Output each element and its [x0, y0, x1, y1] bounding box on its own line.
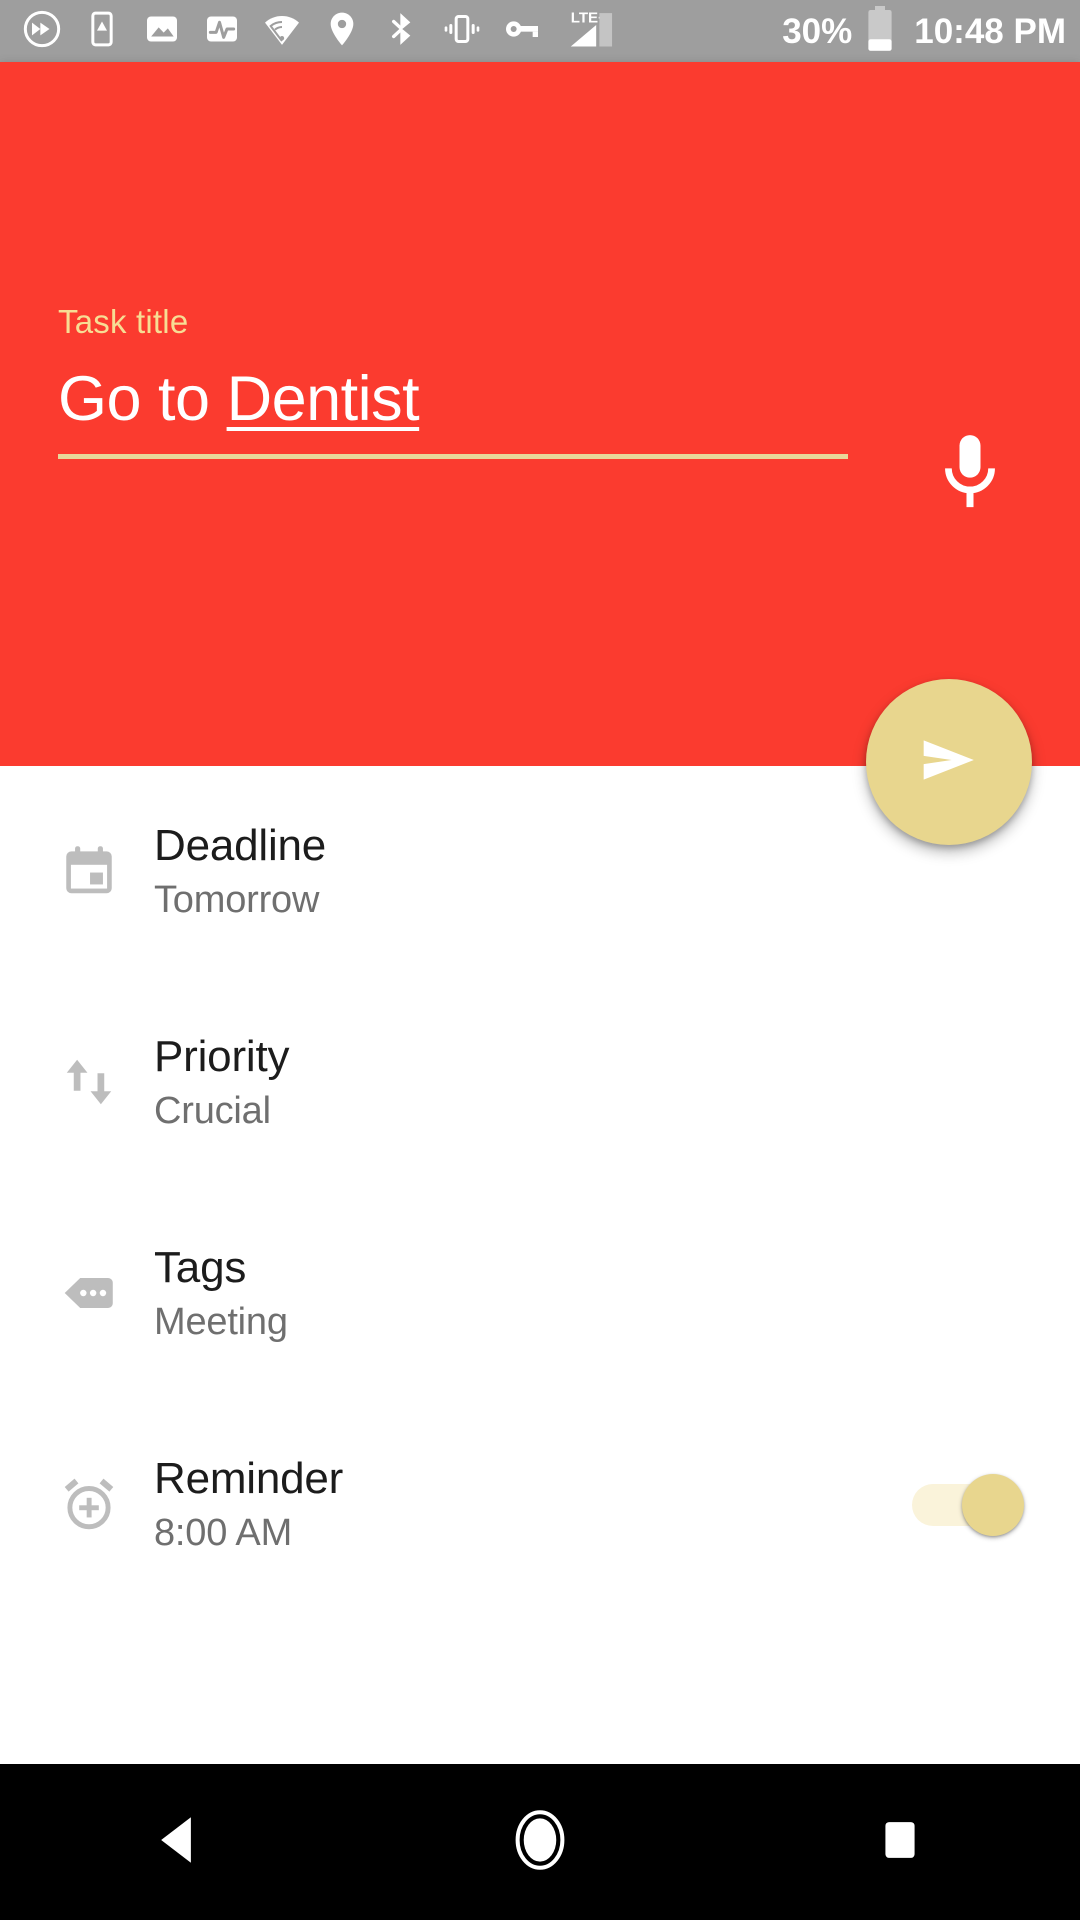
row-trailing-slot — [860, 1399, 1080, 1610]
row-trailing-slot — [860, 1188, 1080, 1399]
toggle-thumb — [962, 1473, 1024, 1536]
input-underline — [58, 454, 848, 459]
list-item-title: Deadline — [154, 821, 327, 870]
battery-percent-label: 30% — [782, 11, 853, 51]
row-trailing-slot — [860, 977, 1080, 1188]
task-options-list: Deadline Tomorrow Priority Crucial Tags … — [0, 766, 1080, 1610]
list-item-value: Tomorrow — [154, 879, 320, 921]
submit-fab-button[interactable] — [866, 679, 1032, 845]
status-bar-left-icons: LTE+ — [22, 8, 782, 55]
list-item-value: 8:00 AM — [154, 1512, 293, 1554]
app-screen: LTE+ 30% 10:48 PM Task title Go to Denti… — [0, 0, 1080, 1920]
android-navigation-bar — [0, 1764, 1080, 1920]
row-icon-slot — [58, 1188, 154, 1399]
list-item-value: Crucial — [154, 1090, 271, 1132]
image-icon — [142, 9, 182, 54]
row-text-block: Deadline Tomorrow — [154, 766, 860, 977]
data-saver-icon — [22, 9, 62, 54]
clock-label: 10:48 PM — [914, 11, 1066, 51]
wifi-icon — [262, 9, 302, 54]
nav-back-button[interactable] — [90, 1764, 270, 1920]
swap-vertical-icon — [58, 1051, 120, 1118]
row-text-block: Reminder 8:00 AM — [154, 1399, 860, 1610]
home-circle-icon — [508, 1808, 572, 1877]
row-text-block: Tags Meeting — [154, 1188, 860, 1399]
list-item-title: Tags — [154, 1243, 247, 1292]
task-title-text-composing: Dentist — [226, 364, 420, 434]
task-title-text-prefix: Go to — [58, 364, 227, 434]
screen-alert-icon — [82, 9, 122, 54]
vpn-key-icon — [502, 9, 542, 54]
microphone-icon — [935, 429, 1005, 522]
pulse-icon — [202, 9, 242, 54]
list-item-reminder[interactable]: Reminder 8:00 AM — [0, 1399, 1080, 1610]
calendar-event-icon — [58, 840, 120, 907]
bluetooth-icon — [382, 9, 422, 54]
task-title-header: Task title Go to Dentist — [0, 62, 1080, 766]
task-title-input-wrapper[interactable]: Go to Dentist — [58, 362, 848, 462]
send-icon — [918, 729, 980, 796]
task-title-input[interactable]: Go to Dentist — [58, 362, 420, 436]
battery-icon — [864, 5, 896, 57]
status-bar-right: 30% 10:48 PM — [782, 5, 1066, 57]
list-item-title: Reminder — [154, 1454, 344, 1503]
row-icon-slot — [58, 1399, 154, 1610]
nav-recents-button[interactable] — [810, 1764, 990, 1920]
row-icon-slot — [58, 766, 154, 977]
list-item-title: Priority — [154, 1032, 290, 1081]
tag-icon — [58, 1262, 120, 1329]
list-item-tags[interactable]: Tags Meeting — [0, 1188, 1080, 1399]
nav-home-button[interactable] — [450, 1764, 630, 1920]
list-item-priority[interactable]: Priority Crucial — [0, 977, 1080, 1188]
recents-square-icon — [875, 1815, 925, 1870]
reminder-toggle-switch[interactable] — [912, 1473, 1028, 1536]
row-icon-slot — [58, 977, 154, 1188]
microphone-button[interactable] — [925, 425, 1015, 525]
row-text-block: Priority Crucial — [154, 977, 860, 1188]
vibrate-icon — [442, 9, 482, 54]
location-icon — [322, 9, 362, 54]
task-title-label: Task title — [58, 303, 189, 340]
cellular-signal-icon: LTE+ — [566, 8, 620, 55]
back-triangle-icon — [151, 1811, 209, 1874]
alarm-add-icon — [58, 1473, 120, 1540]
status-bar: LTE+ 30% 10:48 PM — [0, 0, 1080, 62]
list-item-value: Meeting — [154, 1301, 288, 1343]
